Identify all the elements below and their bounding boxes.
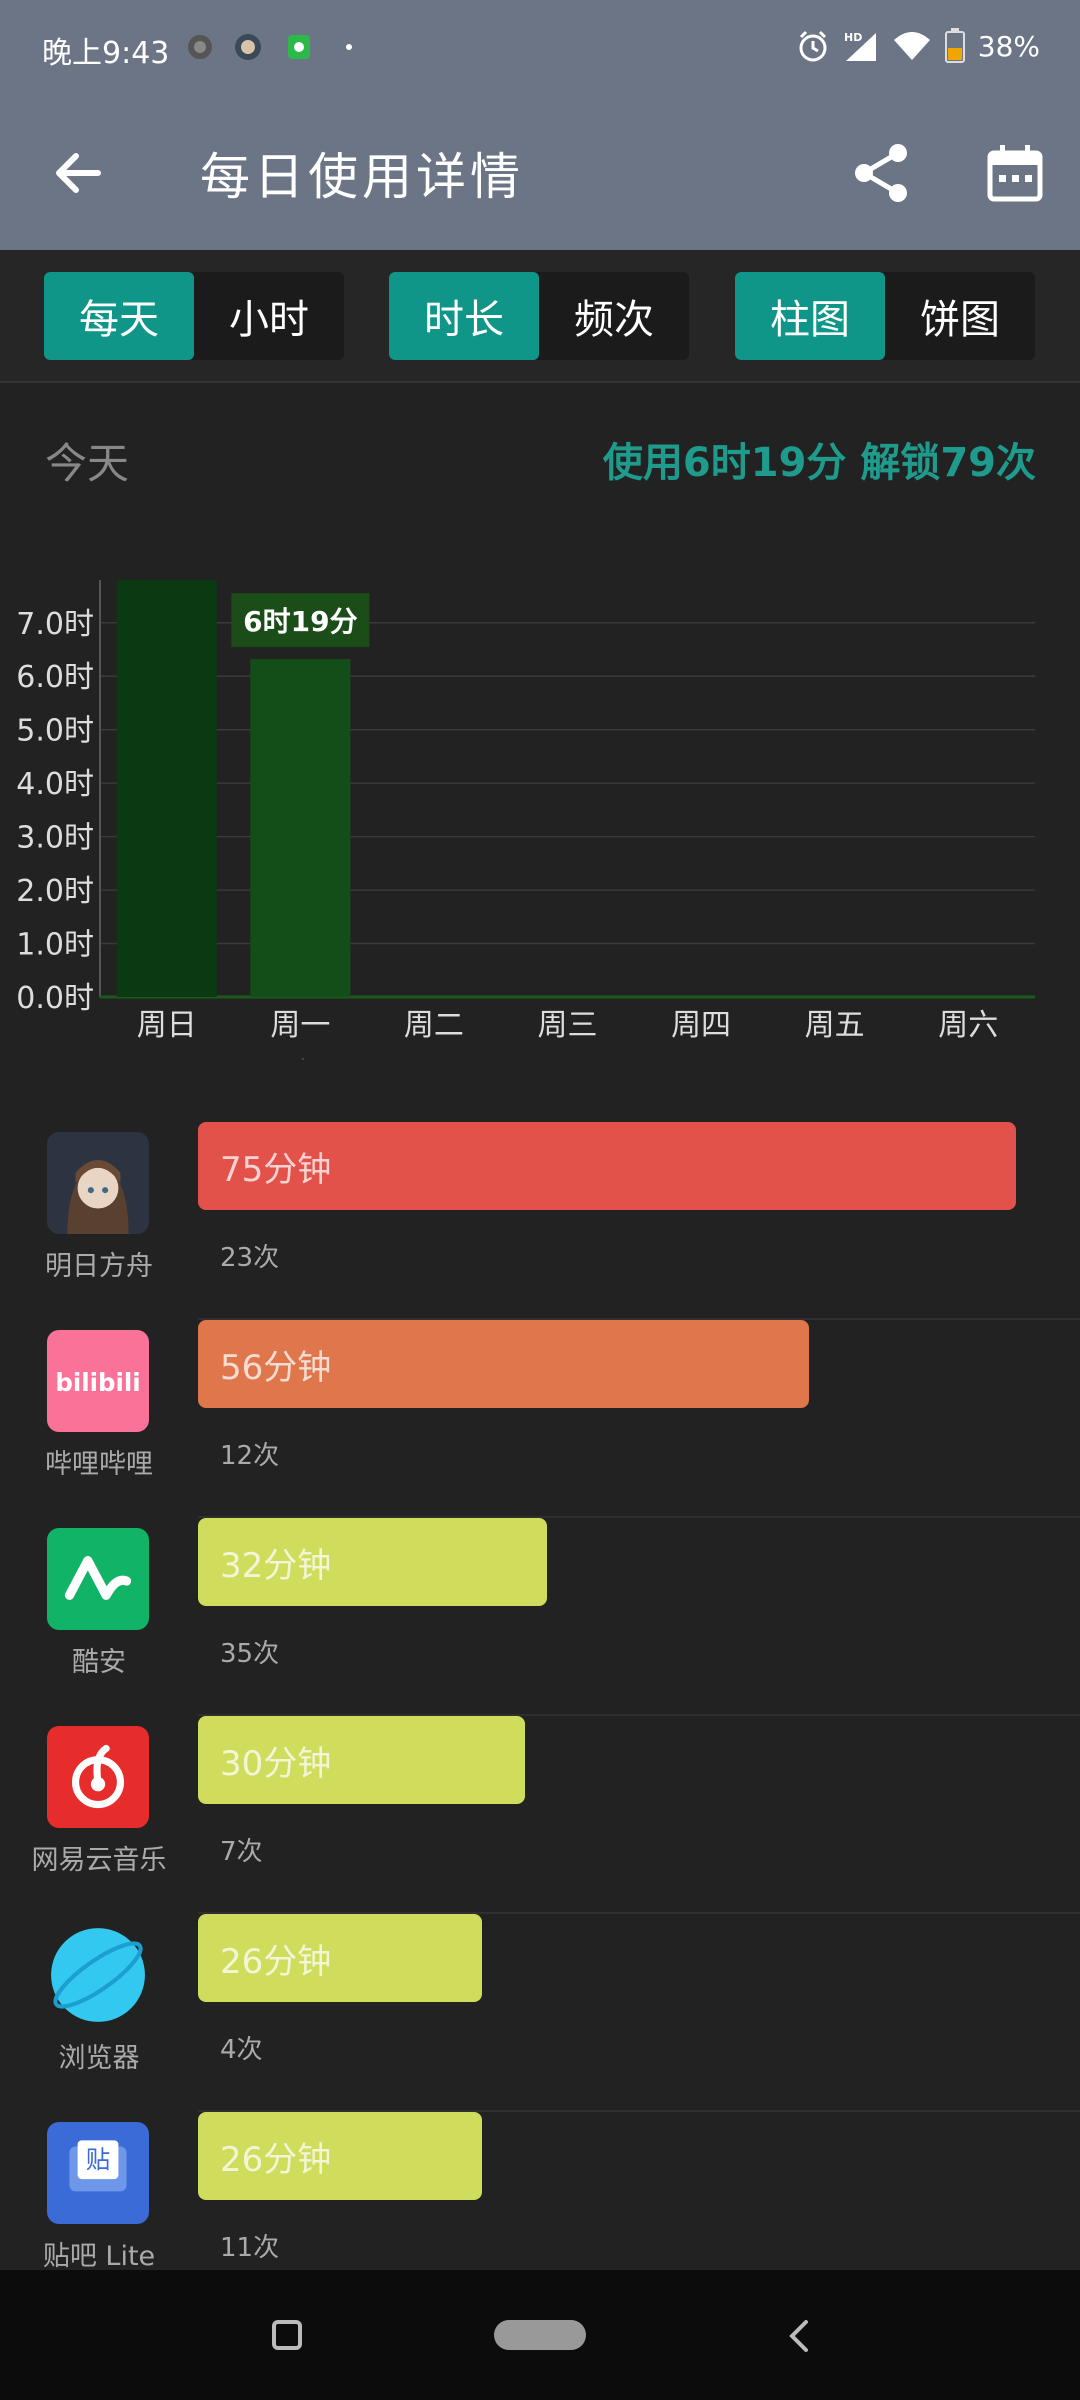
netease-music-icon — [47, 1726, 149, 1828]
toggle-row: 每天 小时 时长 频次 柱图 饼图 — [0, 250, 1080, 383]
wifi-icon — [893, 32, 930, 60]
usage-duration: 75分钟 — [220, 1149, 332, 1190]
status-bar: 晚上9:43 HD 38% — [0, 0, 1080, 95]
y-tick-label: 0.0时 — [16, 981, 94, 1016]
alarm-icon — [799, 30, 827, 62]
app-name: 哔哩哔哩 — [45, 1449, 153, 1480]
y-tick-label: 6.0时 — [16, 660, 94, 695]
y-tick-label: 1.0时 — [16, 928, 94, 963]
app-name: 贴吧 Lite — [42, 2241, 156, 2272]
y-tick-label: 3.0时 — [16, 821, 94, 856]
toggle-daily[interactable]: 每天 — [44, 272, 194, 360]
x-tick-label: 周二 — [404, 1008, 464, 1043]
toggle-pie-chart[interactable]: 饼图 — [885, 272, 1035, 360]
metric-toggle: 时长 频次 — [389, 272, 689, 360]
app-name: 网易云音乐 — [31, 1845, 167, 1876]
usage-bar-chart: 7.0时 6.0时 5.0时 4.0时 3.0时 2.0时 1.0时 0.0时周日 周一 周二 周三… — [16, 580, 1035, 1060]
x-tick-label: 周四 — [671, 1008, 731, 1043]
svg-text:bilibili: bilibili — [55, 1368, 140, 1397]
bilibili-icon: bilibili — [47, 1330, 149, 1432]
selection-brace — [301, 1057, 305, 1060]
app-name: 酷安 — [72, 1647, 126, 1678]
y-tick-label: 2.0时 — [16, 874, 94, 909]
navigation-bar — [0, 2270, 1080, 2400]
arknights-notification-icon — [235, 34, 261, 60]
home-button[interactable] — [494, 2320, 586, 2350]
nav-back-button[interactable] — [780, 2316, 820, 2356]
usage-duration: 30分钟 — [220, 1743, 332, 1784]
toggle-frequency[interactable]: 频次 — [539, 272, 689, 360]
launch-count: 7次 — [220, 1837, 263, 1867]
coolapk-icon — [47, 1528, 149, 1630]
svg-text:贴: 贴 — [86, 2145, 110, 2174]
x-tick-label: 周日 — [137, 1008, 197, 1043]
app-bar: 每日使用详情 — [0, 95, 1080, 250]
tieba-icon: 贴 — [47, 2122, 149, 2224]
app-row[interactable]: 浏览器 26分钟 4次 — [0, 1914, 1080, 2112]
y-tick-label: 5.0时 — [16, 714, 94, 749]
usage-duration: 26分钟 — [220, 2139, 332, 2180]
battery-icon — [944, 28, 965, 63]
share-button[interactable] — [850, 141, 914, 205]
toggle-hourly[interactable]: 小时 — [194, 272, 344, 360]
dot-icon — [346, 44, 352, 50]
status-time: 晚上9:43 — [42, 36, 170, 71]
arknights-icon — [47, 1132, 149, 1234]
status-right: HD 38% — [796, 28, 1040, 64]
launch-count: 35次 — [220, 1639, 280, 1669]
x-tick-label: 周一 — [270, 1008, 330, 1043]
toggle-duration[interactable]: 时长 — [389, 272, 539, 360]
period-toggle: 每天 小时 — [44, 272, 344, 360]
launch-count: 12次 — [220, 1441, 280, 1471]
x-tick-label: 周五 — [805, 1008, 865, 1043]
view-toggle: 柱图 饼图 — [735, 272, 1035, 360]
usage-bar: 30分钟 — [198, 1716, 525, 1804]
launch-count: 4次 — [220, 2035, 263, 2065]
usage-bar: 26分钟 — [198, 2112, 482, 2200]
app-row[interactable]: 酷安 32分钟 35次 — [0, 1518, 1080, 1716]
battery-percent: 38% — [977, 29, 1040, 63]
day-label: 今天 — [45, 439, 130, 488]
usage-duration: 56分钟 — [220, 1347, 332, 1388]
bar-周日[interactable] — [116, 580, 217, 997]
usage-summary: 使用6时19分 解锁79次 — [602, 440, 1036, 486]
y-tick-label: 4.0时 — [16, 767, 94, 802]
bar-周一[interactable] — [250, 659, 351, 997]
launch-count: 11次 — [220, 2233, 280, 2263]
app-name: 明日方舟 — [45, 1251, 153, 1282]
usage-bar: 75分钟 — [198, 1122, 1016, 1210]
calendar-button[interactable] — [985, 143, 1045, 203]
toggle-bar-chart[interactable]: 柱图 — [735, 272, 885, 360]
usage-bar: 32分钟 — [198, 1518, 547, 1606]
usage-bar: 26分钟 — [198, 1914, 482, 2002]
y-tick-label: 7.0时 — [16, 607, 94, 642]
browser-icon — [47, 1924, 149, 2026]
launch-count: 23次 — [220, 1243, 280, 1273]
svg-text:HD: HD — [844, 31, 862, 44]
app-row[interactable]: 明日方舟 75分钟 23次 — [0, 1122, 1080, 1320]
recents-button[interactable] — [272, 2320, 302, 2350]
x-tick-label: 周六 — [938, 1008, 998, 1043]
app-notification-icon — [288, 35, 310, 59]
hd-signal-icon: HD — [844, 31, 876, 61]
back-button[interactable] — [48, 143, 108, 203]
notification-icon — [188, 35, 212, 59]
app-row[interactable]: bilibili 哔哩哔哩 56分钟 12次 — [0, 1320, 1080, 1518]
usage-duration: 26分钟 — [220, 1941, 332, 1982]
page-title: 每日使用详情 — [200, 148, 524, 206]
usage-duration: 32分钟 — [220, 1545, 332, 1586]
x-tick-label: 周三 — [538, 1008, 598, 1043]
usage-bar: 56分钟 — [198, 1320, 809, 1408]
value-label: 6时19分 — [243, 605, 357, 638]
app-name: 浏览器 — [58, 2043, 140, 2074]
app-row[interactable]: 网易云音乐 30分钟 7次 — [0, 1716, 1080, 1914]
